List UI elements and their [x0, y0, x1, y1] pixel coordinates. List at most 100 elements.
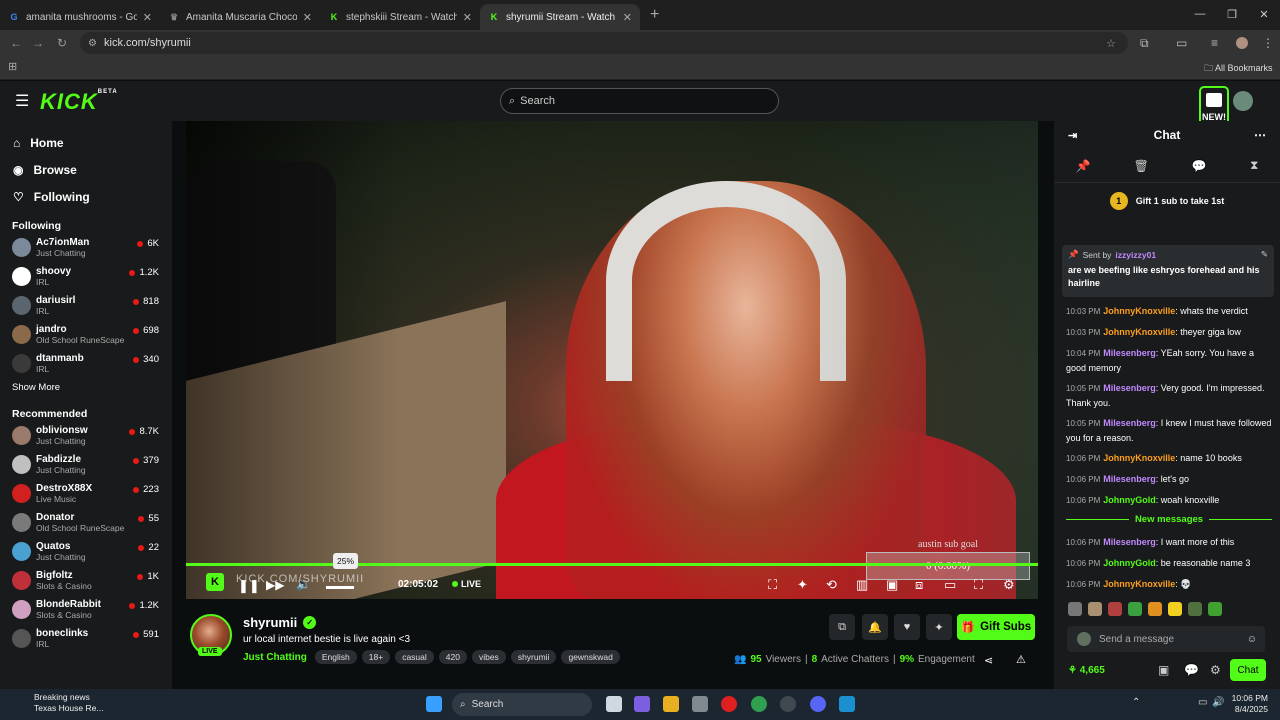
message-username[interactable]: Milesenberg	[1103, 474, 1156, 484]
forward-icon[interactable]: →	[26, 36, 50, 50]
stream-tag[interactable]: English	[314, 650, 357, 664]
rewind-icon[interactable]: ⟲	[826, 577, 837, 593]
stream-category-link[interactable]: Just Chatting	[243, 652, 307, 663]
pause-icon[interactable]: ❚❚	[238, 578, 260, 594]
chat-message[interactable]: 10:03 PM JohnnyKnoxville: theyer giga low	[1066, 325, 1272, 340]
chat-message[interactable]: 10:06 PM JohnnyGold: be reasonable name 3	[1066, 556, 1272, 571]
channel-item[interactable]: Quatos Just Chatting 22	[0, 538, 172, 567]
chrome-icon[interactable]	[751, 696, 767, 712]
message-username[interactable]: Milesenberg	[1103, 348, 1156, 358]
chat-message[interactable]: 10:06 PM JohnnyKnoxville: name 10 books	[1066, 451, 1272, 466]
message-username[interactable]: JohnnyKnoxville	[1103, 579, 1175, 589]
channel-item[interactable]: boneclinks IRL 591	[0, 625, 172, 654]
pinned-message[interactable]: 📌 Sent by izzyizzy01 ✎ are we beefing li…	[1062, 245, 1274, 297]
copilot-icon[interactable]	[634, 696, 650, 712]
close-window-icon[interactable]: ✕	[1248, 0, 1280, 28]
settings-app-icon[interactable]	[692, 696, 708, 712]
pin-icon[interactable]: 📌	[1076, 159, 1091, 173]
live-progress-bar[interactable]	[186, 563, 1038, 566]
channel-item[interactable]: dariusirl IRL 818	[0, 292, 172, 321]
sidebar-nav-following[interactable]: ♡ Following	[0, 183, 172, 210]
gift-leaderboard[interactable]: 1 Gift 1 sub to take 1st	[1054, 183, 1280, 219]
clip-button[interactable]: ⧉	[829, 614, 855, 640]
emote-icon[interactable]	[1188, 602, 1202, 616]
news-widget[interactable]: Breaking news Texas House Re...	[14, 692, 103, 714]
channel-item[interactable]: oblivionsw Just Chatting 8.7K	[0, 422, 172, 451]
all-bookmarks[interactable]: 🗀 All Bookmarks	[1204, 61, 1273, 77]
tab-close-icon[interactable]: ✕	[463, 11, 472, 24]
chat-bubble-icon[interactable]: 💬	[1192, 159, 1207, 173]
file-explorer-icon[interactable]	[663, 696, 679, 712]
emote-icon[interactable]	[1128, 602, 1142, 616]
message-username[interactable]: JohnnyGold	[1103, 495, 1156, 505]
trash-icon[interactable]: 🗑	[1134, 159, 1149, 173]
taskbar-search[interactable]: ⌕ Search	[452, 693, 592, 716]
chat-message[interactable]: 10:04 PM Milesenberg: YEah sorry. You hav…	[1066, 346, 1272, 375]
clip-icon[interactable]: ⛶	[768, 577, 777, 593]
minimize-icon[interactable]: —	[1184, 0, 1216, 28]
stats-icon[interactable]: ▥	[856, 577, 868, 593]
network-icon[interactable]: ▭	[1198, 697, 1207, 708]
emote-icon[interactable]	[1068, 602, 1082, 616]
sidebar-nav-home[interactable]: ⌂ Home	[0, 129, 172, 156]
channel-item[interactable]: Fabdizzle Just Chatting 379	[0, 451, 172, 480]
channel-item[interactable]: jandro Old School RuneScape 698	[0, 321, 172, 350]
new-tab-icon[interactable]: +	[650, 6, 659, 24]
message-username[interactable]: JohnnyKnoxville	[1103, 306, 1175, 316]
send-chat-button[interactable]: Chat	[1230, 659, 1266, 681]
notification-bell-button[interactable]: 🔔	[862, 614, 888, 640]
chat-settings-icon[interactable]: ⚙	[1210, 663, 1221, 677]
browser-tab[interactable]: Kstephskiii Stream - Watch Live o ✕	[320, 4, 480, 30]
emote-icon[interactable]	[1168, 602, 1182, 616]
message-username[interactable]: Milesenberg	[1103, 383, 1156, 393]
message-username[interactable]: JohnnyKnoxville	[1103, 327, 1175, 337]
tab-close-icon[interactable]: ✕	[143, 11, 152, 24]
channel-item[interactable]: DestroX88X Live Music 223	[0, 480, 172, 509]
profile-avatar[interactable]	[1236, 37, 1248, 49]
settings-gear-icon[interactable]: ⚙	[1003, 577, 1015, 593]
share-icon[interactable]: ⋖	[984, 654, 993, 667]
url-field[interactable]: ⚙ kick.com/shyrumii ☆	[80, 32, 1128, 54]
theater-icon[interactable]: ▣	[886, 577, 898, 593]
stream-tag[interactable]: shyrumii	[510, 650, 557, 664]
extensions-icon[interactable]: ⧉	[1140, 36, 1149, 51]
chat-message[interactable]: 10:03 PM JohnnyKnoxville: whats the verdi…	[1066, 304, 1272, 319]
restore-icon[interactable]: ❐	[1216, 0, 1248, 28]
gift-subs-button[interactable]: 🎁 Gift Subs	[957, 614, 1035, 640]
skip-forward-icon[interactable]: ▶▶	[266, 578, 284, 592]
stream-tag[interactable]: casual	[395, 650, 434, 664]
stream-tag[interactable]: 18+	[361, 650, 391, 664]
chat-input[interactable]: Send a message ☺	[1067, 626, 1265, 652]
wide-mode-icon[interactable]: ▭	[944, 577, 956, 593]
channel-item[interactable]: shoovy IRL 1.2K	[0, 263, 172, 292]
follow-heart-button[interactable]: ♥	[894, 614, 920, 640]
channel-item[interactable]: Bigfoltz Slots & Casino 1K	[0, 567, 172, 596]
sparkle-button[interactable]: ✦	[926, 614, 952, 640]
channel-item[interactable]: BlondeRabbit Slots & Casino 1.2K	[0, 596, 172, 625]
clip-icon[interactable]: ▣	[1158, 663, 1169, 677]
channel-item[interactable]: Ac7ionMan Just Chatting 6K	[0, 234, 172, 263]
emote-icon[interactable]	[1148, 602, 1162, 616]
notepad-icon[interactable]	[839, 696, 855, 712]
show-more-link[interactable]: Show More	[0, 382, 172, 398]
stream-tag[interactable]: vibes	[471, 650, 506, 664]
stream-tag[interactable]: 420	[438, 650, 467, 664]
site-info-icon[interactable]: ⚙	[88, 38, 97, 49]
search-input[interactable]: ⌕ Search	[500, 88, 779, 114]
pip-icon[interactable]: ⧈	[915, 577, 923, 593]
sidebar-nav-browse[interactable]: ◉ Browse	[0, 156, 172, 183]
tab-close-icon[interactable]: ✕	[303, 11, 312, 24]
clock[interactable]: 10:06 PM 8/4/2025	[1232, 693, 1268, 715]
chat-message[interactable]: 10:05 PM Milesenberg: Very good. I'm impr…	[1066, 381, 1272, 410]
steam-icon[interactable]	[780, 696, 796, 712]
channel-points[interactable]: ⚘ 4,665	[1068, 665, 1105, 676]
message-username[interactable]: Milesenberg	[1103, 418, 1156, 428]
message-username[interactable]: Milesenberg	[1103, 537, 1156, 547]
chat-bubble-icon[interactable]: 💬	[1184, 663, 1199, 677]
chat-message[interactable]: 10:06 PM Milesenberg: let's go	[1066, 472, 1272, 487]
video-player[interactable]: austin sub goal 0 (0.00%) KICK.COM/SHYRU…	[186, 121, 1038, 599]
tray-chevron-icon[interactable]: ⌃	[1132, 697, 1140, 708]
kick-logo[interactable]: KICKBETA	[40, 89, 118, 115]
report-warning-icon[interactable]: ⚠	[1016, 653, 1026, 666]
live-indicator[interactable]: LIVE	[452, 579, 481, 589]
